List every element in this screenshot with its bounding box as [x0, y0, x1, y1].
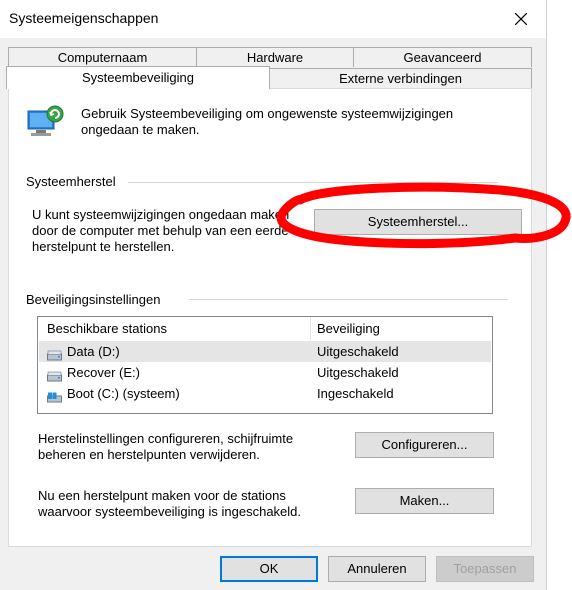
configure-description: Herstelinstellingen configureren, schijf… [38, 431, 293, 463]
tab-hardware[interactable]: Hardware [196, 47, 354, 67]
drive-protection-status: Uitgeschakeld [317, 344, 399, 359]
configure-desc-line-1: Herstelinstellingen configureren, schijf… [38, 431, 294, 446]
drive-name: Boot (C:) (systeem) [67, 386, 180, 401]
drive-icon [47, 367, 62, 382]
tab-computernaam[interactable]: Computernaam [8, 47, 197, 67]
restore-desc-line-1: U kunt systeemwijzigingen ongedaan maken [32, 207, 290, 222]
restore-group-divider [128, 182, 498, 183]
create-desc-line-2: waarvoor systeembeveiliging is ingeschak… [38, 504, 302, 519]
tab-externe-verbindingen[interactable]: Externe verbindingen [269, 68, 532, 88]
column-header-protection[interactable]: Beveiliging [317, 317, 380, 341]
tab-geavanceerd[interactable]: Geavanceerd [353, 47, 532, 67]
column-header-drives[interactable]: Beschikbare stations [47, 317, 167, 341]
windows-drive-icon [47, 388, 62, 403]
configure-button[interactable]: Configureren... [355, 432, 494, 458]
tab-systeembeveiliging[interactable]: Systeembeveiliging [6, 66, 270, 89]
restore-group-label: Systeemherstel [26, 174, 116, 189]
protection-group-label: Beveiligingsinstellingen [26, 292, 161, 307]
intro-text: Gebruik Systeembeveiliging om ongewenste… [81, 106, 453, 138]
drive-icon [47, 346, 62, 361]
protection-group-divider [189, 299, 508, 300]
cancel-button[interactable]: Annuleren [328, 556, 426, 582]
restore-desc-line-3: herstelpunt te herstellen. [32, 239, 175, 254]
window-title: Systeemeigenschappen [9, 10, 159, 26]
system-properties-dialog: Systeemeigenschappen Computernaam Hardwa… [0, 0, 547, 590]
intro-line-1: Gebruik Systeembeveiliging om ongewenste… [81, 106, 454, 121]
create-desc-line-1: Nu een herstelpunt maken voor de station… [38, 488, 286, 503]
apply-button[interactable]: Toepassen [436, 556, 534, 582]
restore-description: U kunt systeemwijzigingen ongedaan maken… [32, 207, 294, 255]
title-bar: Systeemeigenschappen [0, 0, 546, 38]
close-button[interactable] [506, 6, 536, 32]
drive-row-data[interactable]: Data (D:) Uitgeschakeld [39, 341, 491, 362]
system-protection-icon [26, 103, 66, 139]
create-description: Nu een herstelpunt maken voor de station… [38, 488, 301, 520]
drives-list[interactable]: Beschikbare stations Beveiliging Data (D… [37, 316, 493, 414]
close-icon [515, 13, 527, 25]
drive-name: Recover (E:) [67, 365, 140, 380]
intro-line-2: ongedaan te maken. [81, 122, 200, 137]
configure-desc-line-2: beheren en herstelpunten verwijderen. [38, 447, 260, 462]
column-divider [310, 317, 311, 341]
system-restore-button[interactable]: Systeemherstel... [314, 209, 522, 235]
drive-protection-status: Ingeschakeld [317, 386, 394, 401]
drive-row-recover[interactable]: Recover (E:) Uitgeschakeld [39, 362, 491, 383]
drive-row-boot[interactable]: Boot (C:) (systeem) Ingeschakeld [39, 383, 491, 404]
drive-protection-status: Uitgeschakeld [317, 365, 399, 380]
create-button[interactable]: Maken... [355, 488, 494, 514]
drive-name: Data (D:) [67, 344, 120, 359]
ok-button[interactable]: OK [220, 556, 318, 582]
restore-desc-line-2: door de computer met behulp van een eerd… [32, 223, 289, 238]
